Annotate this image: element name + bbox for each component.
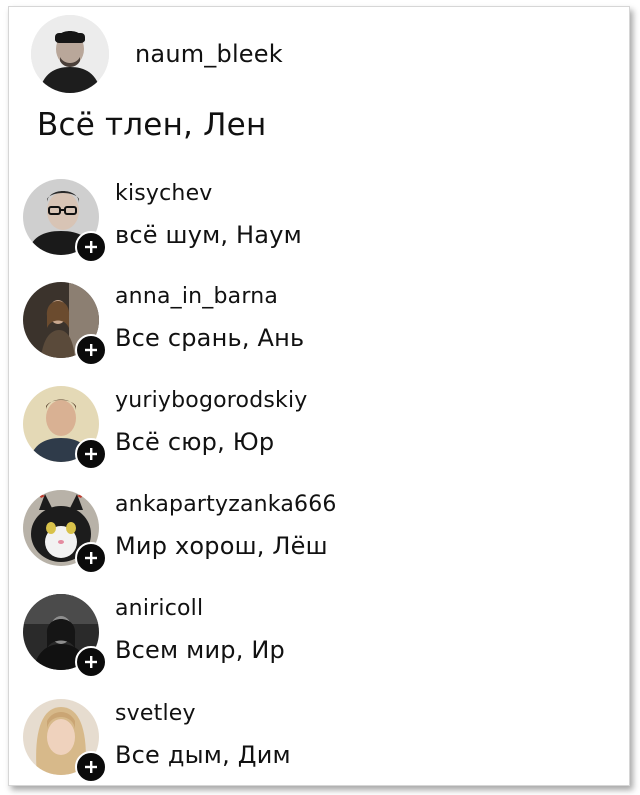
plus-icon (85, 656, 97, 668)
reply-avatar-wrap (23, 594, 107, 678)
reply-text: Всем мир, Ир (115, 636, 285, 664)
plus-icon (85, 241, 97, 253)
author-photo (31, 15, 109, 93)
reply-text: Мир хорош, Лёш (115, 532, 328, 560)
follow-button[interactable] (75, 334, 107, 366)
reply-username[interactable]: anna_in_barna (115, 284, 278, 309)
follow-button[interactable] (75, 231, 107, 263)
reply-item: ankapartyzanka666 Мир хорош, Лёш (23, 486, 603, 578)
reply-text: всё шум, Наум (115, 221, 302, 249)
reply-avatar-wrap (23, 179, 107, 263)
reply-item: svetley Все дым, Дим (23, 695, 603, 785)
reply-avatar-wrap (23, 386, 107, 470)
reply-item: yuriybogorodskiy Всё сюр, Юр (23, 382, 603, 474)
plus-icon (85, 344, 97, 356)
reply-text: Всё сюр, Юр (115, 428, 275, 456)
reply-text: Все срань, Ань (115, 324, 305, 352)
follow-button[interactable] (75, 751, 107, 783)
follow-button[interactable] (75, 646, 107, 678)
reply-avatar-wrap (23, 490, 107, 574)
thread-card: naum_bleek Всё тлен, Лен kisychev всё шу… (8, 6, 630, 786)
reply-item: kisychev всё шум, Наум (23, 175, 603, 267)
reply-username[interactable]: svetley (115, 701, 196, 726)
reply-username[interactable]: kisychev (115, 181, 213, 206)
author-username[interactable]: naum_bleek (135, 40, 283, 68)
author-avatar[interactable] (31, 15, 109, 93)
reply-username[interactable]: ankapartyzanka666 (115, 492, 337, 517)
plus-icon (85, 552, 97, 564)
plus-icon (85, 448, 97, 460)
follow-button[interactable] (75, 438, 107, 470)
reply-item: aniricoll Всем мир, Ир (23, 590, 603, 682)
reply-text: Все дым, Дим (115, 741, 291, 769)
follow-button[interactable] (75, 542, 107, 574)
reply-item: anna_in_barna Все срань, Ань (23, 278, 603, 370)
post-text: Всё тлен, Лен (37, 107, 267, 143)
reply-avatar-wrap (23, 699, 107, 783)
reply-avatar-wrap (23, 282, 107, 366)
reply-username[interactable]: aniricoll (115, 596, 203, 621)
post-header: naum_bleek (31, 15, 283, 93)
plus-icon (85, 761, 97, 773)
reply-username[interactable]: yuriybogorodskiy (115, 388, 308, 413)
